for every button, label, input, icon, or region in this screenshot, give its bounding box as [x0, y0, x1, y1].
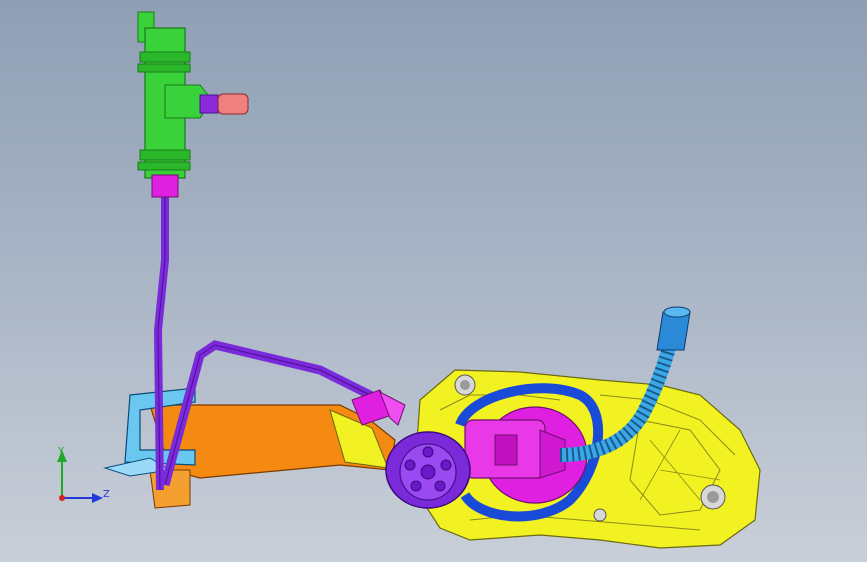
- cad-assembly-model[interactable]: Y Z: [0, 0, 867, 562]
- y-axis-label: Y: [57, 446, 65, 457]
- magenta-line-fitting[interactable]: [351, 389, 406, 426]
- 3d-viewport[interactable]: Y Z: [0, 0, 867, 562]
- z-axis-arrow: [92, 493, 103, 503]
- origin-marker: [59, 495, 65, 501]
- purple-reservoir[interactable]: [385, 431, 471, 509]
- green-valve-assembly[interactable]: [137, 11, 249, 198]
- z-axis-label: Z: [103, 489, 110, 500]
- coordinate-triad: Y Z: [57, 446, 110, 503]
